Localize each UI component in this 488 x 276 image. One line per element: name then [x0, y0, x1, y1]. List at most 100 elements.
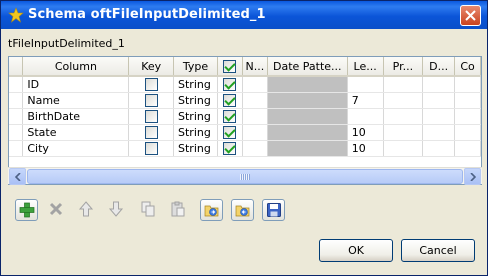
length-cell[interactable]: 7	[347, 92, 384, 109]
table-row[interactable]: BirthDate String	[9, 108, 481, 125]
save-schema-button[interactable]	[262, 199, 285, 221]
schema-table[interactable]: Column Key Type N... Date Patte... Le...…	[8, 56, 482, 185]
nullable-cell[interactable]	[217, 140, 243, 157]
date-pattern-cell[interactable]	[267, 140, 348, 157]
nullable-cell[interactable]	[217, 76, 243, 93]
table-row[interactable]: Name String 7	[9, 92, 481, 109]
nullable-cell[interactable]	[217, 92, 243, 109]
nullable-spacer-cell[interactable]	[242, 108, 268, 125]
scroll-right-button[interactable]	[464, 168, 481, 185]
title-bar[interactable]: Schema oftFileInputDelimited_1	[1, 1, 487, 29]
select-all-checkbox[interactable]	[223, 59, 237, 73]
date-pattern-cell[interactable]	[267, 92, 348, 109]
header-comment[interactable]: Co	[454, 57, 481, 77]
date-pattern-cell[interactable]	[267, 124, 348, 141]
comment-cell[interactable]	[454, 92, 481, 109]
type-cell[interactable]: String	[173, 140, 218, 157]
key-checkbox[interactable]	[144, 93, 158, 107]
key-cell[interactable]	[128, 76, 174, 93]
row-marker[interactable]	[9, 76, 24, 93]
table-row[interactable]: City String 10	[9, 140, 481, 157]
precision-cell[interactable]	[383, 92, 424, 109]
comment-cell[interactable]	[454, 124, 481, 141]
nullable-checkbox[interactable]	[223, 125, 237, 139]
move-down-button[interactable]	[105, 199, 128, 221]
add-column-button[interactable]	[15, 199, 38, 221]
header-length[interactable]: Le...	[347, 57, 384, 77]
row-marker[interactable]	[9, 124, 24, 141]
default-cell[interactable]	[422, 92, 456, 109]
key-checkbox[interactable]	[144, 109, 158, 123]
comment-cell[interactable]	[454, 76, 481, 93]
nullable-spacer-cell[interactable]	[242, 92, 268, 109]
table-row[interactable]: ID String	[9, 76, 481, 93]
import-schema-button[interactable]	[200, 199, 223, 221]
scroll-left-button[interactable]	[9, 168, 26, 185]
copy-button[interactable]	[137, 199, 160, 221]
nullable-cell[interactable]	[217, 108, 243, 125]
close-button[interactable]	[460, 5, 481, 26]
key-cell[interactable]	[128, 124, 174, 141]
nullable-spacer-cell[interactable]	[242, 76, 268, 93]
type-cell[interactable]: String	[173, 124, 218, 141]
comment-cell[interactable]	[454, 140, 481, 157]
ok-button[interactable]: OK	[319, 239, 393, 262]
length-cell[interactable]: 10	[347, 140, 384, 157]
key-cell[interactable]	[128, 140, 174, 157]
nullable-checkbox[interactable]	[223, 93, 237, 107]
nullable-spacer-cell[interactable]	[242, 140, 268, 157]
nullable-spacer-cell[interactable]	[242, 124, 268, 141]
type-cell[interactable]: String	[173, 92, 218, 109]
key-checkbox[interactable]	[144, 141, 158, 155]
length-cell[interactable]: 10	[347, 124, 384, 141]
key-checkbox[interactable]	[144, 125, 158, 139]
scroll-thumb[interactable]	[27, 169, 463, 184]
column-name-cell[interactable]: State	[22, 124, 130, 141]
horizontal-scrollbar[interactable]	[8, 167, 482, 185]
header-nullable-checkbox[interactable]	[217, 57, 243, 77]
length-cell[interactable]	[347, 108, 384, 125]
column-name-cell[interactable]: Name	[22, 92, 130, 109]
default-cell[interactable]	[422, 76, 456, 93]
header-default[interactable]: D...	[422, 57, 456, 77]
nullable-checkbox[interactable]	[223, 78, 237, 91]
default-cell[interactable]	[422, 124, 456, 141]
key-cell[interactable]	[128, 92, 174, 109]
header-column[interactable]: Column	[22, 57, 130, 77]
row-marker[interactable]	[9, 108, 24, 125]
column-name-cell[interactable]: ID	[22, 76, 130, 93]
precision-cell[interactable]	[383, 108, 424, 125]
cancel-button[interactable]: Cancel	[401, 239, 475, 262]
date-pattern-cell[interactable]	[267, 108, 348, 125]
key-checkbox[interactable]	[144, 78, 158, 91]
header-type[interactable]: Type	[173, 57, 218, 77]
nullable-checkbox[interactable]	[223, 109, 237, 123]
date-pattern-cell[interactable]	[267, 76, 348, 93]
key-cell[interactable]	[128, 108, 174, 125]
type-cell[interactable]: String	[173, 108, 218, 125]
table-row[interactable]: State String 10	[9, 124, 481, 141]
nullable-cell[interactable]	[217, 124, 243, 141]
row-marker[interactable]	[9, 140, 24, 157]
default-cell[interactable]	[422, 140, 456, 157]
type-cell[interactable]: String	[173, 76, 218, 93]
header-rowmarker	[9, 57, 24, 77]
header-date-pattern[interactable]: Date Patte...	[267, 57, 348, 77]
default-cell[interactable]	[422, 108, 456, 125]
length-cell[interactable]	[347, 76, 384, 93]
header-precision[interactable]: Pr...	[383, 57, 424, 77]
column-name-cell[interactable]: City	[22, 140, 130, 157]
move-up-button[interactable]	[75, 199, 98, 221]
precision-cell[interactable]	[383, 140, 424, 157]
export-schema-button[interactable]	[231, 199, 254, 221]
precision-cell[interactable]	[383, 76, 424, 93]
row-marker[interactable]	[9, 92, 24, 109]
header-key[interactable]: Key	[128, 57, 174, 77]
remove-column-button[interactable]	[45, 199, 68, 221]
column-name-cell[interactable]: BirthDate	[22, 108, 130, 125]
header-nullable[interactable]: N...	[242, 57, 268, 77]
comment-cell[interactable]	[454, 108, 481, 125]
nullable-checkbox[interactable]	[223, 141, 237, 155]
paste-button[interactable]	[167, 199, 190, 221]
precision-cell[interactable]	[383, 124, 424, 141]
